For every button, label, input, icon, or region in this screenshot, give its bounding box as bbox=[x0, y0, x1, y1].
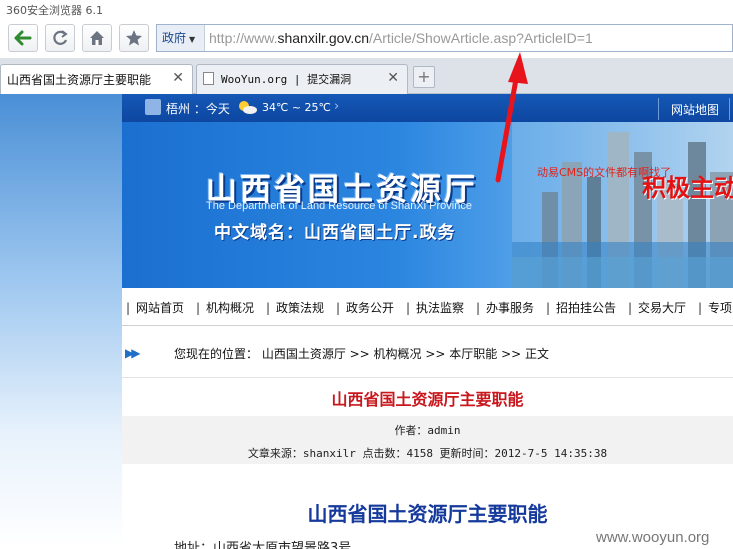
document-icon bbox=[203, 72, 214, 85]
nav-item-special[interactable]: 专项 bbox=[698, 299, 732, 316]
site-title-english: The Department of Land Resource of ShanX… bbox=[206, 200, 472, 212]
nav-item-services[interactable]: 办事服务 bbox=[476, 299, 534, 316]
article-title: 山西省国土资源厅主要职能 bbox=[331, 390, 524, 409]
nav-item-organization[interactable]: 机构概况 bbox=[196, 299, 254, 316]
page-left-background bbox=[0, 94, 122, 549]
browser-titlebar: 360安全浏览器 6.1 bbox=[0, 0, 733, 20]
refresh-icon bbox=[53, 30, 68, 45]
tab-close-icon[interactable]: ✕ bbox=[172, 70, 184, 86]
browser-toolbar: 政府 ▼ http://www.shanxilr.gov.cn/Article/S… bbox=[0, 20, 733, 58]
nav-item-policy[interactable]: 政策法规 bbox=[266, 299, 324, 316]
article-header: 山西省国土资源厅主要职能 作者：admin 文章来源：shanxilr 点击数：… bbox=[122, 378, 733, 464]
address-category-dropdown[interactable]: 政府 ▼ bbox=[157, 25, 205, 51]
chevron-down-icon: ▼ bbox=[189, 35, 196, 44]
url-domain: shanxilr.gov.cn bbox=[277, 30, 370, 46]
sitemap-link[interactable]: 网站地图 bbox=[658, 98, 731, 120]
breadcrumb: ▶▶ 您现在的位置： 山西国土资源厅 >> 机构概况 >> 本厅职能 >> 正文 bbox=[122, 330, 733, 378]
url-path: /Article/ShowArticle.asp?ArticleID=1 bbox=[369, 30, 593, 46]
tab-wooyun[interactable]: WooYun.org | 提交漏洞 ✕ bbox=[196, 64, 408, 94]
nav-item-auction-notice[interactable]: 招拍挂公告 bbox=[546, 299, 616, 316]
address-bar[interactable]: 政府 ▼ http://www.shanxilr.gov.cn/Article/S… bbox=[156, 24, 733, 52]
search-icon[interactable] bbox=[145, 99, 161, 115]
weather-bar: 梧州 ：今天 34℃ ~ 25℃ › 网站地图 bbox=[122, 94, 733, 122]
back-arrow-icon bbox=[14, 30, 32, 46]
nav-item-gov-affairs[interactable]: 政务公开 bbox=[336, 299, 394, 316]
home-button[interactable] bbox=[82, 24, 112, 52]
favorites-button[interactable] bbox=[119, 24, 149, 52]
back-button[interactable] bbox=[8, 24, 38, 52]
article-address-line: 地址：山西省太原市望景路3号 bbox=[174, 541, 352, 549]
watermark-text: www.wooyun.org bbox=[596, 529, 710, 546]
tab-bar: 山西省国土资源厅主要职能 ✕ WooYun.org | 提交漏洞 ✕ + bbox=[0, 58, 733, 95]
chevron-right-icon[interactable]: › bbox=[334, 99, 339, 114]
home-icon bbox=[90, 31, 104, 45]
tab-label: WooYun.org | 提交漏洞 bbox=[221, 73, 352, 86]
browser-title: 360安全浏览器 6.1 bbox=[6, 4, 103, 17]
article-author: 作者：admin bbox=[394, 424, 461, 437]
breadcrumb-text[interactable]: 您现在的位置： 山西国土资源厅 >> 机构概况 >> 本厅职能 >> 正文 bbox=[174, 345, 549, 362]
banner-slogan: 积极主动 bbox=[642, 174, 733, 202]
sunny-cloud-icon bbox=[236, 99, 258, 118]
tab-label: 山西省国土资源厅主要职能 bbox=[7, 73, 152, 87]
weather-temperature: 34℃ ~ 25℃ bbox=[262, 101, 331, 114]
new-tab-button[interactable]: + bbox=[413, 66, 435, 88]
tab-close-icon[interactable]: ✕ bbox=[387, 70, 399, 86]
nav-item-trading-hall[interactable]: 交易大厅 bbox=[628, 299, 686, 316]
main-nav: 网站首页 机构概况 政策法规 政务公开 执法监察 办事服务 招拍挂公告 交易大厅… bbox=[122, 288, 733, 326]
nav-item-supervision[interactable]: 执法监察 bbox=[406, 299, 464, 316]
refresh-button[interactable] bbox=[45, 24, 75, 52]
address-category-label: 政府 bbox=[162, 31, 187, 45]
url-text[interactable]: http://www.shanxilr.gov.cn/Article/ShowA… bbox=[209, 25, 593, 51]
city-skyline-image bbox=[512, 122, 733, 288]
article-source-info: 文章来源：shanxilr 点击数：4158 更新时间：2012-7-5 14:… bbox=[247, 447, 608, 460]
nav-item-home[interactable]: 网站首页 bbox=[126, 299, 184, 316]
site-banner: 山西省国土资源厅 The Department of Land Resource… bbox=[122, 122, 733, 288]
url-prefix: http://www. bbox=[209, 30, 278, 46]
article-body-title: 山西省国土资源厅主要职能 bbox=[307, 502, 548, 526]
site-chinese-domain: 中文域名：山西省国土厅.政务 bbox=[214, 223, 456, 243]
article-meta: 作者：admin 文章来源：shanxilr 点击数：4158 更新时间：201… bbox=[122, 416, 733, 464]
double-arrow-icon: ▶▶ bbox=[125, 346, 141, 360]
star-icon bbox=[126, 30, 142, 46]
weather-city: 梧州 ：今天 bbox=[166, 102, 230, 116]
tab-shanxi[interactable]: 山西省国土资源厅主要职能 ✕ bbox=[0, 64, 193, 95]
